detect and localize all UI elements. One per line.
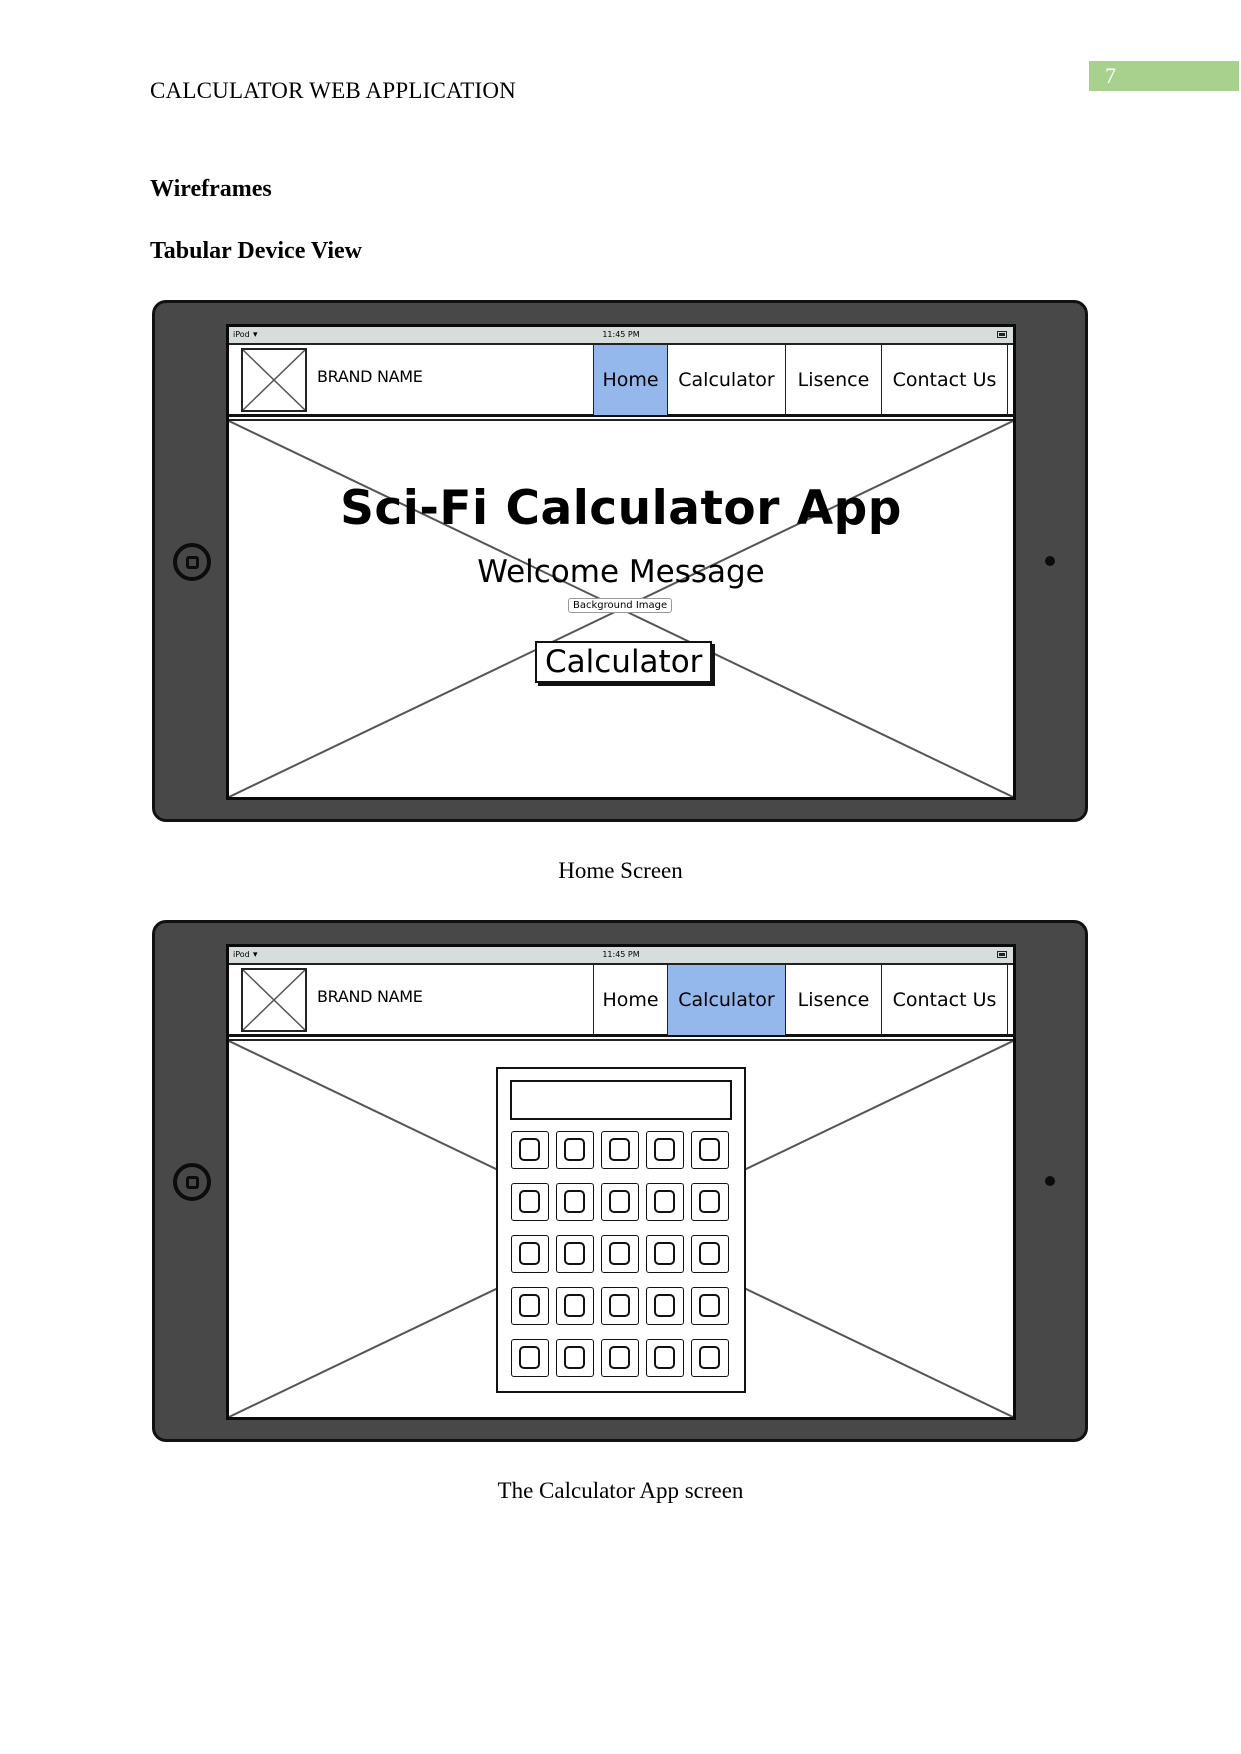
nav-item-home[interactable]: Home <box>593 345 667 415</box>
hero-title: Sci-Fi Calculator App <box>340 481 902 536</box>
calculator-key[interactable] <box>511 1131 549 1169</box>
home-button-icon <box>173 1163 211 1201</box>
camera-icon <box>1045 1176 1055 1186</box>
calculator-key[interactable] <box>556 1131 594 1169</box>
calculator-section <box>229 1039 1013 1417</box>
calculator-key[interactable] <box>556 1183 594 1221</box>
calculator-key[interactable] <box>601 1131 639 1169</box>
calculator-keypad <box>511 1131 733 1377</box>
hero-section: Sci-Fi Calculator App Welcome Message Ba… <box>229 419 1013 797</box>
nav-item-contact-us[interactable]: Contact Us <box>881 965 1008 1035</box>
calculator-key[interactable] <box>646 1183 684 1221</box>
subsection-heading: Tabular Device View <box>150 238 363 264</box>
tablet-home-wireframe: iPod ▾ 11:45 PM BRAND NAME Home Calculat… <box>152 300 1088 822</box>
calculator-key[interactable] <box>646 1287 684 1325</box>
calculator-key[interactable] <box>601 1339 639 1377</box>
calculator-widget <box>496 1067 746 1393</box>
logo-placeholder-icon[interactable] <box>241 348 307 412</box>
nav-item-calculator[interactable]: Calculator <box>667 965 785 1035</box>
nav-menu: Home Calculator Lisence Contact Us <box>593 965 1008 1035</box>
nav-item-lisence[interactable]: Lisence <box>785 345 881 415</box>
status-bar: iPod ▾ 11:45 PM <box>229 327 1013 345</box>
battery-icon <box>997 951 1007 958</box>
logo-placeholder-icon[interactable] <box>241 968 307 1032</box>
tablet-screen: iPod ▾ 11:45 PM BRAND NAME Home Calculat… <box>226 944 1016 1420</box>
calculator-key[interactable] <box>691 1183 729 1221</box>
calculator-key[interactable] <box>556 1339 594 1377</box>
status-time: 11:45 PM <box>602 950 640 959</box>
calculator-key[interactable] <box>601 1183 639 1221</box>
calculator-key[interactable] <box>556 1235 594 1273</box>
calculator-key[interactable] <box>511 1287 549 1325</box>
home-button-icon <box>173 543 211 581</box>
page-number: 7 <box>1089 61 1239 91</box>
tablet-screen: iPod ▾ 11:45 PM BRAND NAME Home Calculat… <box>226 324 1016 800</box>
nav-item-home[interactable]: Home <box>593 965 667 1035</box>
calculator-key[interactable] <box>511 1235 549 1273</box>
calculator-key[interactable] <box>601 1287 639 1325</box>
calculator-key[interactable] <box>691 1235 729 1273</box>
status-bar: iPod ▾ 11:45 PM <box>229 947 1013 965</box>
calculator-key[interactable] <box>646 1235 684 1273</box>
calculator-key[interactable] <box>691 1339 729 1377</box>
calculator-button[interactable]: Calculator <box>535 641 713 683</box>
calculator-key[interactable] <box>511 1339 549 1377</box>
battery-icon <box>997 331 1007 338</box>
brand-name[interactable]: BRAND NAME <box>317 987 423 1006</box>
nav-item-lisence[interactable]: Lisence <box>785 965 881 1035</box>
navbar: BRAND NAME Home Calculator Lisence Conta… <box>229 965 1013 1037</box>
calculator-key[interactable] <box>691 1287 729 1325</box>
calculator-key[interactable] <box>601 1235 639 1273</box>
status-time: 11:45 PM <box>602 330 640 339</box>
figure-caption-home: Home Screen <box>558 858 683 883</box>
nav-item-calculator[interactable]: Calculator <box>667 345 785 415</box>
nav-menu: Home Calculator Lisence Contact Us <box>593 345 1008 415</box>
camera-icon <box>1045 556 1055 566</box>
running-head: CALCULATOR WEB APPLICATION <box>150 78 516 103</box>
welcome-message: Welcome Message <box>477 554 765 590</box>
navbar: BRAND NAME Home Calculator Lisence Conta… <box>229 345 1013 417</box>
calculator-display <box>510 1080 732 1120</box>
brand-name[interactable]: BRAND NAME <box>317 367 423 386</box>
calculator-key[interactable] <box>691 1131 729 1169</box>
figure-caption-calculator: The Calculator App screen <box>497 1478 744 1503</box>
calculator-key[interactable] <box>556 1287 594 1325</box>
calculator-key[interactable] <box>511 1183 549 1221</box>
tablet-calculator-wireframe: iPod ▾ 11:45 PM BRAND NAME Home Calculat… <box>152 920 1088 1442</box>
nav-item-contact-us[interactable]: Contact Us <box>881 345 1008 415</box>
section-heading: Wireframes <box>150 176 272 202</box>
calculator-key[interactable] <box>646 1131 684 1169</box>
calculator-key[interactable] <box>646 1339 684 1377</box>
background-image-label: Background Image <box>568 598 673 613</box>
